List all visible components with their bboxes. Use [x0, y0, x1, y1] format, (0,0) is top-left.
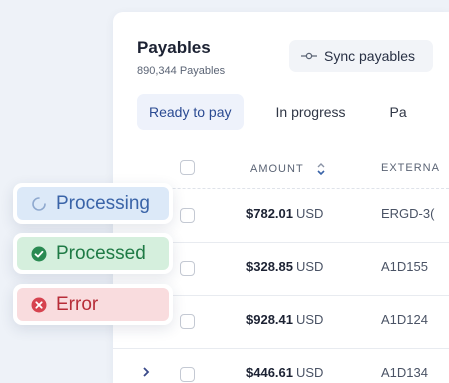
sort-chevrons-icon[interactable] — [316, 162, 326, 176]
processed-badge: Processed — [17, 237, 169, 270]
page-title: Payables — [137, 38, 211, 57]
tab-paid[interactable]: Pa — [378, 94, 419, 130]
external-id-cell: ERGD-3( — [381, 206, 435, 221]
row-checkbox[interactable] — [180, 261, 195, 276]
row-checkbox[interactable] — [180, 314, 195, 329]
sync-dot-icon — [300, 50, 318, 62]
row-checkbox[interactable] — [180, 367, 195, 382]
payables-count: 890,344 Payables — [137, 65, 226, 77]
amount-cell: $328.85 USD — [246, 259, 324, 274]
processed-badge-wrap: Processed — [13, 233, 173, 274]
row-checkbox[interactable] — [180, 208, 195, 223]
error-badge: Error — [17, 288, 169, 321]
sync-payables-label: Sync payables — [324, 48, 416, 64]
chevron-right-icon[interactable] — [141, 365, 151, 383]
x-circle-icon — [31, 297, 47, 313]
external-id-cell: A1D155 — [381, 259, 428, 274]
tab-in-progress[interactable]: In progress — [264, 94, 358, 130]
tab-ready-to-pay[interactable]: Ready to pay — [137, 94, 244, 130]
column-header-external[interactable]: EXTERNA — [381, 162, 440, 174]
external-id-cell: A1D134 — [381, 365, 428, 380]
select-all-checkbox[interactable] — [180, 160, 195, 175]
column-header-amount[interactable]: AMOUNT — [250, 162, 326, 176]
error-badge-wrap: Error — [13, 284, 173, 325]
amount-cell: $782.01 USD — [246, 206, 324, 221]
status-tabs: Ready to pay In progress Pa — [137, 94, 419, 130]
amount-cell: $446.61 USD — [246, 365, 324, 380]
amount-cell: $928.41 USD — [246, 312, 324, 327]
processing-badge: Processing — [17, 187, 169, 220]
table-row[interactable]: $446.61 USD A1D134 — [113, 348, 449, 383]
processing-badge-wrap: Processing — [13, 183, 173, 224]
spinner-icon — [31, 196, 47, 212]
external-id-cell: A1D124 — [381, 312, 428, 327]
sync-payables-button[interactable]: Sync payables — [289, 40, 433, 72]
check-circle-icon — [31, 246, 47, 262]
